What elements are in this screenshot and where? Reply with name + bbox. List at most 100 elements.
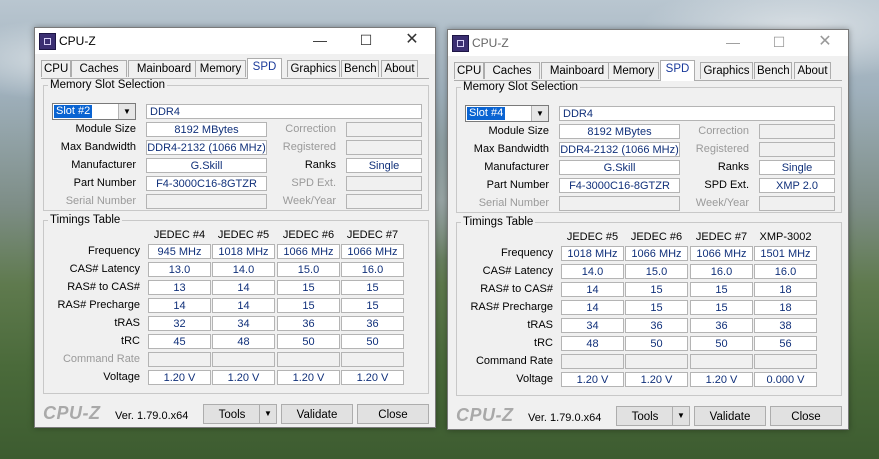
tab-about[interactable]: About xyxy=(794,62,831,79)
title-bar: CPU-Z — ☐ ✕ xyxy=(448,30,848,56)
tab-spd[interactable]: SPD xyxy=(660,60,695,81)
chevron-down-icon[interactable]: ▼ xyxy=(672,407,689,425)
validate-button[interactable]: Validate xyxy=(281,404,353,424)
timings-cell: 1.20 V xyxy=(212,370,275,385)
timings-cell: 15.0 xyxy=(277,262,340,277)
timings-cell: 15 xyxy=(690,300,753,315)
tab-cpu[interactable]: CPU xyxy=(454,62,484,79)
slot-select-value: Slot #4 xyxy=(467,107,506,120)
timings-cell: 50 xyxy=(277,334,340,349)
tab-about[interactable]: About xyxy=(381,60,418,77)
serial-number-label: Serial Number xyxy=(65,195,136,207)
validate-button[interactable]: Validate xyxy=(694,406,766,426)
tab-bench[interactable]: Bench xyxy=(754,62,792,79)
timings-table-label: Timings Table xyxy=(50,214,121,226)
module-size-value: 8192 MBytes xyxy=(559,124,680,139)
ranks-label: Ranks xyxy=(304,159,336,171)
tools-button-label: Tools xyxy=(631,411,659,423)
timings-cell: 14.0 xyxy=(561,264,624,279)
close-button[interactable]: Close xyxy=(770,406,842,426)
timings-cell: 50 xyxy=(341,334,404,349)
timings-row-label: Voltage xyxy=(516,373,553,385)
chevron-down-icon[interactable]: ▼ xyxy=(259,405,276,423)
timings-table-label: Timings Table xyxy=(463,216,534,228)
slot-select[interactable]: Slot #2 ▼ xyxy=(52,103,136,120)
timings-column-header: JEDEC #5 xyxy=(566,231,619,243)
timings-cell xyxy=(277,352,340,367)
maximize-button[interactable]: ☐ xyxy=(756,30,802,56)
timings-column-header: JEDEC #4 xyxy=(153,229,206,241)
timings-cell: 1066 MHz xyxy=(690,246,753,261)
spd-ext-label: SPD Ext. xyxy=(291,177,336,189)
minimize-button[interactable]: — xyxy=(297,28,343,54)
spd-panel: Memory Slot Selection Slot #2 ▼ DDR4 Module … xyxy=(41,79,429,397)
tools-button[interactable]: Tools ▼ xyxy=(616,406,690,426)
correction-value xyxy=(759,124,835,139)
tab-mainboard[interactable]: Mainboard xyxy=(128,60,200,77)
week-year-label: Week/Year xyxy=(695,197,749,209)
tab-caches[interactable]: Caches xyxy=(71,60,127,77)
manufacturer-value: G.Skill xyxy=(146,158,267,173)
timings-cell: 1.20 V xyxy=(341,370,404,385)
timings-cell: 50 xyxy=(625,336,688,351)
tab-graphics[interactable]: Graphics xyxy=(287,60,340,77)
timings-column-header: JEDEC #6 xyxy=(630,231,683,243)
timings-cell: 50 xyxy=(690,336,753,351)
timings-cell: 1018 MHz xyxy=(212,244,275,259)
timings-cell: 16.0 xyxy=(690,264,753,279)
max-bandwidth-label: Max Bandwidth xyxy=(473,143,549,155)
close-button[interactable]: Close xyxy=(357,404,429,424)
timings-cell xyxy=(561,354,624,369)
timings-cell: 14 xyxy=(148,298,211,313)
tab-memory[interactable]: Memory xyxy=(195,60,246,77)
window-title: CPU-Z xyxy=(472,36,509,50)
timings-row-label: CAS# Latency xyxy=(69,263,140,275)
tab-graphics[interactable]: Graphics xyxy=(700,62,753,79)
timings-cell: 1066 MHz xyxy=(341,244,404,259)
tab-bar: CPU Caches Mainboard Memory SPD Graphics Bench… xyxy=(41,58,429,79)
timings-cell: 38 xyxy=(754,318,817,333)
bottom-bar: CPU-Z Ver. 1.79.0.x64 Tools ▼ Validate Close xyxy=(448,403,848,429)
cpuz-logo: CPU-Z xyxy=(456,405,514,425)
week-year-value xyxy=(759,196,835,211)
tab-cpu[interactable]: CPU xyxy=(41,60,71,77)
memory-slot-group-label: Memory Slot Selection xyxy=(50,79,166,91)
registered-value xyxy=(346,140,422,155)
registered-label: Registered xyxy=(282,141,336,153)
timings-cell: 14.0 xyxy=(212,262,275,277)
timings-cell: 1501 MHz xyxy=(754,246,817,261)
version-label: Ver. 1.79.0.x64 xyxy=(528,412,602,424)
timings-column-header: JEDEC #7 xyxy=(695,231,748,243)
serial-number-label: Serial Number xyxy=(478,197,549,209)
tab-caches[interactable]: Caches xyxy=(484,62,540,79)
tab-mainboard[interactable]: Mainboard xyxy=(541,62,613,79)
maximize-button[interactable]: ☐ xyxy=(343,28,389,54)
timings-cell: 13.0 xyxy=(148,262,211,277)
close-window-button[interactable]: ✕ xyxy=(389,28,435,54)
close-window-button[interactable]: ✕ xyxy=(802,30,848,56)
minimize-button[interactable]: — xyxy=(710,30,756,56)
bottom-bar: CPU-Z Ver. 1.79.0.x64 Tools ▼ Validate Close xyxy=(35,401,435,427)
tools-button-label: Tools xyxy=(218,409,246,421)
timings-cell: 48 xyxy=(212,334,275,349)
timings-cell: 15 xyxy=(277,280,340,295)
timings-column-header: JEDEC #6 xyxy=(282,229,335,241)
tab-bench[interactable]: Bench xyxy=(341,60,379,77)
timings-cell: 36 xyxy=(690,318,753,333)
slot-select[interactable]: Slot #4 ▼ xyxy=(465,105,549,122)
timings-row-label: tRC xyxy=(534,337,553,349)
tools-button[interactable]: Tools ▼ xyxy=(203,404,277,424)
tab-spd[interactable]: SPD xyxy=(247,58,282,79)
correction-label: Correction xyxy=(698,125,749,137)
spd-panel: Memory Slot Selection Slot #4 ▼ DDR4 Module … xyxy=(454,81,842,399)
timings-cell: 32 xyxy=(148,316,211,331)
timings-cell: 34 xyxy=(212,316,275,331)
tab-memory[interactable]: Memory xyxy=(608,62,659,79)
timings-row-label: tRAS xyxy=(114,317,140,329)
slot-select-value: Slot #2 xyxy=(54,105,93,118)
correction-label: Correction xyxy=(285,123,336,135)
part-number-label: Part Number xyxy=(73,177,136,189)
manufacturer-label: Manufacturer xyxy=(71,159,136,171)
timings-cell: 18 xyxy=(754,282,817,297)
timings-column-header: JEDEC #7 xyxy=(346,229,399,241)
